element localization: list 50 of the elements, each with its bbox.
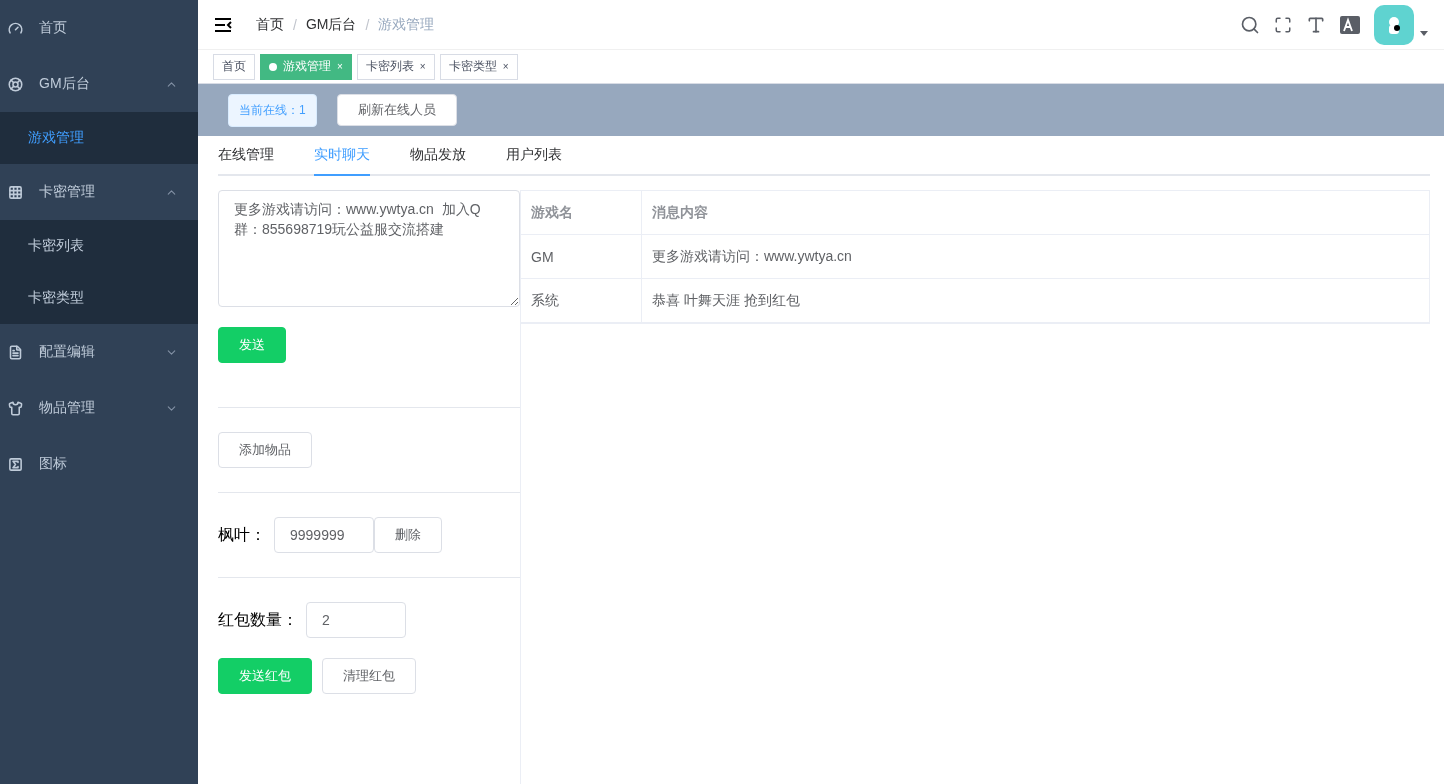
close-icon[interactable]: × [419,61,426,72]
delete-button[interactable]: 删除 [374,517,442,553]
sidebar-item[interactable]: 配置编辑 [0,324,198,380]
close-icon[interactable]: × [502,61,509,72]
online-count-tag: 当前在线：1 [228,93,317,127]
column-header: 消息内容 [641,191,1429,234]
tag-tab[interactable]: 卡密列表 × [356,53,435,80]
tab[interactable]: 在线管理 [218,146,274,176]
search-icon[interactable] [1240,14,1260,35]
breadcrumb-separator: / [365,16,370,33]
table-cell: 恭喜 叶舞天涯 抢到红包 [641,279,1429,322]
breadcrumb-item[interactable]: 首页 [256,15,284,34]
menu-fold-icon[interactable] [214,16,232,33]
grid-icon [8,184,23,200]
breadcrumb-separator: / [293,16,297,33]
active-dot-icon [269,62,277,71]
table-cell-text: 系统 [530,290,560,310]
sidebar-item[interactable]: 物品管理 [0,380,198,436]
tab[interactable]: 用户列表 [506,146,562,176]
field-label: 枫叶： [218,524,266,545]
tag-tab[interactable]: 卡密类型 × [439,53,518,80]
add-item-button[interactable]: 添加物品 [218,432,312,468]
caret-down-icon[interactable] [1420,31,1428,36]
sidebar-subitem[interactable]: 卡密列表 [0,220,198,272]
sidebar-item[interactable]: 图标 [0,436,198,492]
tab[interactable]: 物品发放 [410,146,466,176]
table-cell-text: GM [530,247,555,267]
tag-tab[interactable]: 首页 [213,53,255,80]
amount-field[interactable]: 9999999 [274,517,374,553]
sidebar-subitem[interactable]: 卡密类型 [0,272,198,324]
shirt-icon [8,400,23,416]
column-header: 游戏名 [530,202,574,222]
count-field[interactable]: 2 [306,602,406,638]
lifebuoy-icon [8,76,23,92]
translate-icon[interactable] [1340,15,1360,34]
fullscreen-icon[interactable] [1274,15,1292,34]
breadcrumb-item[interactable]: GM后台 [305,15,357,34]
sidebar-item[interactable]: GM后台 [0,56,198,112]
message-field[interactable]: 更多游戏请访问：www.ywtya.cn 加入Q群：855698719玩公益服交流搭建 [218,190,520,307]
document-icon [8,344,23,360]
sidebar-subitem[interactable]: 游戏管理 [0,112,198,164]
gauge-icon [8,20,23,36]
field-label: 红包数量： [218,609,298,630]
letter-icon [8,456,23,472]
sidebar-item[interactable]: 首页 [0,0,198,56]
table-cell: 更多游戏请访问：www.ywtya.cn [641,235,1429,278]
clear-packets-button[interactable]: 清理红包 [322,658,416,694]
sidebar-item[interactable]: 卡密管理 [0,164,198,220]
breadcrumb-item: 游戏管理 [378,15,435,34]
refresh-button[interactable]: 刷新在线人员 [336,94,457,126]
